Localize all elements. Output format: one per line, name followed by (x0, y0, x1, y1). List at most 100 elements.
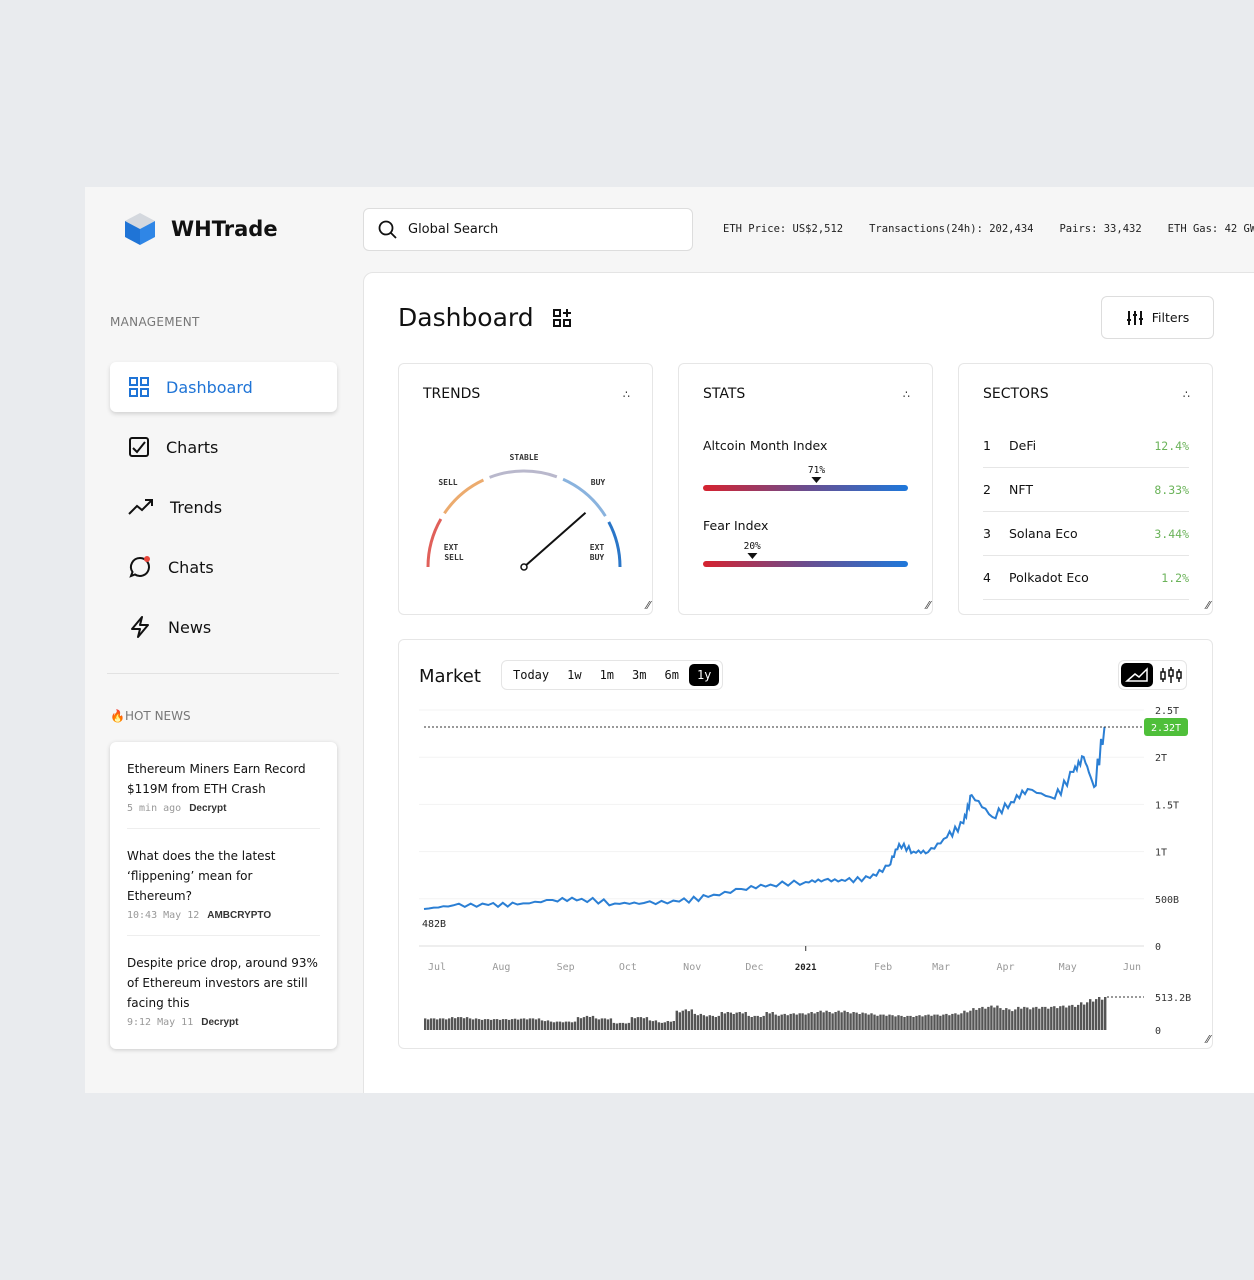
gauge-pivot (520, 563, 528, 571)
volume-bar (1044, 1006, 1047, 1030)
volume-bar (660, 1022, 664, 1030)
volume-bar (927, 1014, 930, 1030)
volume-bar (513, 1018, 517, 1030)
volume-bar (759, 1017, 762, 1030)
sidebar-item-charts[interactable]: Charts (110, 422, 337, 472)
stat-label: Fear Index (703, 518, 769, 533)
gauge-label-sell: SELL (438, 478, 457, 487)
volume-bar (451, 1017, 454, 1030)
volume-bar (861, 1012, 864, 1030)
volume-bar (501, 1019, 505, 1030)
volume-bar (439, 1018, 442, 1030)
x-tick-label: Jul (428, 962, 446, 973)
sidebar-item-label: Trends (170, 497, 223, 517)
more-icon[interactable]: ∴ (903, 388, 910, 401)
cube-logo-icon (125, 213, 155, 245)
volume-bar (1047, 1008, 1050, 1030)
stats-card: STATS ∴ Altcoin Month Index 71% Fear Ind… (678, 363, 933, 615)
sidebar-item-chats[interactable]: Chats (110, 542, 337, 592)
filters-button[interactable]: Filters (1101, 296, 1214, 339)
volume-bar (687, 1011, 690, 1030)
news-item[interactable]: What does the the latest ‘flippening’ me… (127, 829, 320, 936)
volume-bar (885, 1015, 888, 1030)
volume-bar (630, 1017, 634, 1030)
volume-bar (612, 1022, 616, 1030)
volume-bar (960, 1013, 963, 1030)
volume-bar (486, 1019, 490, 1030)
volume-bar (1089, 999, 1092, 1030)
more-icon[interactable]: ∴ (1183, 388, 1190, 401)
volume-bar (909, 1015, 912, 1030)
volume-bar (765, 1012, 768, 1030)
volume-bar (1005, 1008, 1008, 1030)
volume-bar (642, 1018, 646, 1030)
volume-bar (975, 1009, 978, 1030)
main-panel: Dashboard Filters TRENDS ∴ STABLE SELL B… (363, 272, 1254, 1093)
volume-bar (681, 1010, 684, 1030)
volume-bar (762, 1015, 765, 1030)
volume-bar (609, 1018, 613, 1030)
sector-row[interactable]: 3 Solana Eco 3.44% (983, 512, 1189, 556)
x-tick-label: Jun (1123, 962, 1141, 973)
sidebar-section-label: MANAGEMENT (110, 315, 200, 329)
volume-bar (474, 1018, 478, 1030)
volume-bar (507, 1019, 511, 1030)
sidebar-item-label: News (168, 617, 212, 637)
global-search[interactable]: Global Search (363, 208, 693, 251)
volume-bar (588, 1017, 592, 1030)
volume-bar (813, 1013, 816, 1030)
trend-icon (128, 499, 153, 515)
gauge-needle (523, 512, 587, 568)
volume-bar (498, 1019, 502, 1030)
volume-bar (1101, 999, 1104, 1030)
volume-bar (846, 1012, 849, 1030)
volume-bar (606, 1019, 610, 1030)
resize-handle[interactable]: ⁄⁄ (1206, 599, 1210, 612)
volume-bar (723, 1013, 726, 1030)
add-widget-icon[interactable] (552, 308, 572, 328)
resize-handle[interactable]: ⁄⁄ (1206, 1033, 1210, 1046)
volume-bar (903, 1017, 906, 1030)
ticker-transactions: Transactions(24h): 202,434 (869, 223, 1034, 235)
gauge-label-ext-buy: EXT (590, 543, 605, 552)
grid-icon (129, 377, 149, 397)
volume-bar (1041, 1006, 1044, 1030)
volume-bar (1059, 1006, 1062, 1030)
fear-index-bar (703, 561, 908, 567)
volume-bar (433, 1018, 436, 1030)
volume-bar (546, 1020, 550, 1030)
volume-bar (810, 1012, 813, 1030)
resize-handle[interactable]: ⁄⁄ (926, 599, 930, 612)
volume-bar (519, 1018, 523, 1030)
sidebar-item-dashboard[interactable]: Dashboard (110, 362, 337, 412)
y-tick-label: 1.5T (1155, 800, 1179, 811)
volume-bar (445, 1019, 448, 1030)
sidebar-item-trends[interactable]: Trends (110, 482, 337, 532)
volume-bar (849, 1013, 852, 1030)
news-item[interactable]: Despite price drop, around 93% of Ethere… (127, 936, 320, 1042)
app-window: WHTrade Global Search ETH Price: US$2,51… (85, 187, 1254, 1093)
trend-gauge: STABLE SELL BUY EXT SELL EXT BUY (426, 453, 622, 571)
resize-handle[interactable]: ⁄⁄ (646, 599, 650, 612)
sidebar-item-news[interactable]: News (110, 602, 337, 652)
volume-bar (624, 1023, 628, 1030)
sector-row[interactable]: 2 NFT 8.33% (983, 468, 1189, 512)
news-item[interactable]: Ethereum Miners Earn Record $119M from E… (127, 742, 320, 829)
volume-bar (654, 1020, 658, 1030)
sector-row[interactable]: 1 DeFi 12.4% (983, 424, 1189, 468)
volume-bar (774, 1014, 777, 1030)
volume-bar (699, 1013, 702, 1030)
volume-bar (693, 1013, 696, 1030)
volume-bar (900, 1015, 903, 1030)
volume-bar (711, 1015, 714, 1030)
volume-bar (1056, 1008, 1059, 1030)
volume-bar (442, 1018, 445, 1030)
search-placeholder: Global Search (408, 222, 499, 237)
sector-row[interactable]: 4 Polkadot Eco 1.2% (983, 556, 1189, 600)
volume-bar (480, 1019, 484, 1030)
logo[interactable]: WHTrade (123, 211, 278, 247)
volume-bar (819, 1010, 822, 1030)
volume-bar (567, 1021, 571, 1030)
x-tick-label: 2021 (795, 963, 817, 973)
stat-marker: 71% (808, 465, 825, 483)
